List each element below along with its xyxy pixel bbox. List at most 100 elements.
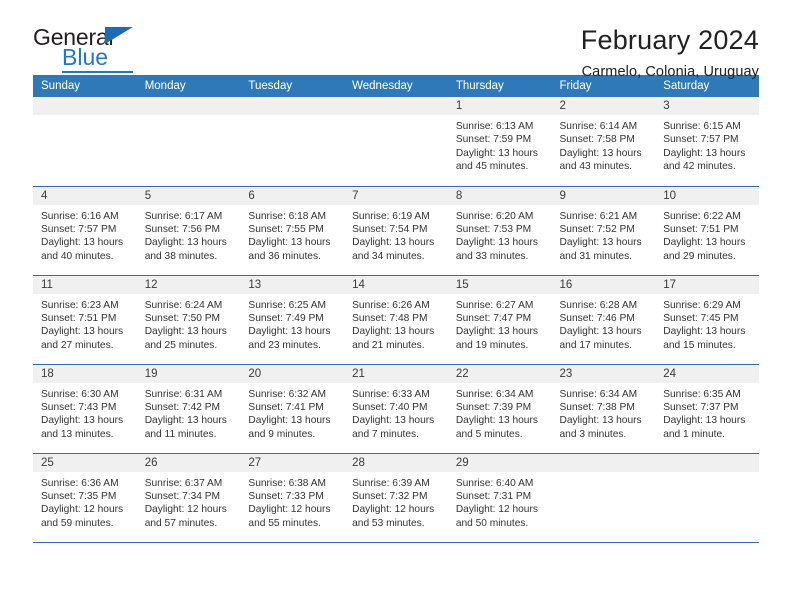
calendar-day-cell[interactable]: 2 Sunrise: 6:14 AM Sunset: 7:58 PM Daylight… [551, 97, 656, 187]
day-detail-line: Daylight: 13 hours [663, 415, 746, 427]
day-number: 4 [33, 186, 137, 205]
calendar-day-cell[interactable]: 23 Sunrise: 6:34 AM Sunset: 7:38 PM Dayligh… [551, 364, 656, 454]
day-number: 10 [655, 186, 759, 205]
day-sun-details: Sunrise: 6:20 AM Sunset: 7:53 PM Daylight:… [448, 205, 552, 264]
day-detail-line: and 15 minutes. [663, 339, 736, 351]
day-detail-line: Daylight: 12 hours [455, 504, 538, 516]
calendar-day-cell[interactable]: 4 Sunrise: 6:16 AM Sunset: 7:57 PM Daylight… [33, 186, 137, 276]
day-detail-line: and 29 minutes. [663, 250, 736, 262]
logo-underline [62, 71, 133, 73]
day-detail-line: Daylight: 13 hours [663, 147, 746, 159]
calendar-day-cell[interactable]: 3 Sunrise: 6:15 AM Sunset: 7:57 PM Daylight… [655, 97, 759, 187]
day-sun-details: Sunrise: 6:26 AM Sunset: 7:48 PM Daylight:… [344, 294, 448, 353]
calendar-day-cell[interactable]: 24 Sunrise: 6:35 AM Sunset: 7:37 PM Dayligh… [655, 364, 759, 454]
day-sun-details: Sunrise: 6:17 AM Sunset: 7:56 PM Daylight:… [137, 205, 241, 264]
day-detail-line: Sunset: 7:59 PM [455, 134, 532, 146]
day-number: 9 [551, 186, 656, 205]
day-number: 22 [447, 364, 552, 383]
weekday-header-sunday: Sunday [33, 75, 137, 97]
day-detail-line: Daylight: 12 hours [144, 504, 227, 516]
calendar-day-cell[interactable]: 29 Sunrise: 6:40 AM Sunset: 7:31 PM Dayligh… [447, 453, 552, 543]
calendar-day-cell[interactable]: 14 Sunrise: 6:26 AM Sunset: 7:48 PM Dayligh… [344, 275, 448, 365]
calendar-day-cell[interactable]: 6 Sunrise: 6:18 AM Sunset: 7:55 PM Daylight… [240, 186, 345, 276]
calendar-day-cell[interactable]: 16 Sunrise: 6:28 AM Sunset: 7:46 PM Dayligh… [551, 275, 656, 365]
calendar-day-cell[interactable]: 11 Sunrise: 6:23 AM Sunset: 7:51 PM Dayligh… [33, 275, 137, 365]
day-number: 15 [447, 275, 552, 294]
day-detail-line: Sunrise: 6:15 AM [663, 121, 741, 132]
day-detail-line: and 5 minutes. [455, 428, 523, 440]
calendar-day-cell-empty [136, 97, 241, 187]
day-detail-line: Sunrise: 6:17 AM [144, 210, 223, 222]
day-number: 23 [551, 364, 656, 383]
calendar-day-cell[interactable]: 9 Sunrise: 6:21 AM Sunset: 7:52 PM Daylight… [551, 186, 656, 276]
day-sun-details [33, 115, 137, 120]
day-detail-line: Sunrise: 6:29 AM [663, 299, 741, 311]
day-detail-line: and 19 minutes. [455, 339, 529, 351]
calendar-day-cell[interactable]: 5 Sunrise: 6:17 AM Sunset: 7:56 PM Daylight… [136, 186, 241, 276]
day-detail-line: Sunset: 7:58 PM [559, 134, 635, 146]
day-detail-line: Sunset: 7:35 PM [41, 490, 117, 502]
day-detail-line: Daylight: 13 hours [455, 326, 538, 338]
day-number: 8 [447, 186, 552, 205]
calendar-day-cell[interactable]: 8 Sunrise: 6:20 AM Sunset: 7:53 PM Daylight… [447, 186, 552, 276]
day-detail-line: and 43 minutes. [559, 161, 633, 173]
calendar-day-cell[interactable]: 18 Sunrise: 6:30 AM Sunset: 7:43 PM Dayligh… [33, 364, 137, 454]
calendar-day-cell[interactable]: 20 Sunrise: 6:32 AM Sunset: 7:41 PM Dayligh… [240, 364, 345, 454]
day-sun-details: Sunrise: 6:15 AM Sunset: 7:57 PM Daylight:… [655, 115, 759, 174]
day-number: 28 [344, 453, 448, 472]
day-detail-line: and 59 minutes. [41, 517, 114, 529]
calendar-day-cell[interactable]: 19 Sunrise: 6:31 AM Sunset: 7:42 PM Dayligh… [136, 364, 241, 454]
calendar-day-cell[interactable]: 17 Sunrise: 6:29 AM Sunset: 7:45 PM Dayligh… [655, 275, 759, 365]
calendar-day-cell[interactable]: 7 Sunrise: 6:19 AM Sunset: 7:54 PM Daylight… [344, 186, 448, 276]
calendar-day-cell[interactable]: 27 Sunrise: 6:38 AM Sunset: 7:33 PM Dayligh… [240, 453, 345, 543]
day-detail-line: and 9 minutes. [248, 428, 316, 440]
day-detail-line: Sunset: 7:53 PM [455, 223, 532, 235]
day-number: 27 [240, 453, 345, 472]
day-number: 29 [447, 453, 552, 472]
day-sun-details: Sunrise: 6:27 AM Sunset: 7:47 PM Daylight:… [448, 294, 552, 353]
day-detail-line: Daylight: 13 hours [352, 326, 435, 338]
day-detail-line: Daylight: 13 hours [41, 237, 124, 249]
day-detail-line: Sunrise: 6:28 AM [559, 299, 638, 311]
day-number [33, 97, 137, 115]
day-detail-line: Sunrise: 6:14 AM [559, 121, 638, 132]
day-sun-details: Sunrise: 6:13 AM Sunset: 7:59 PM Daylight:… [448, 115, 552, 174]
calendar-day-cell[interactable]: 28 Sunrise: 6:39 AM Sunset: 7:32 PM Dayligh… [344, 453, 448, 543]
day-detail-line: Sunset: 7:52 PM [559, 223, 635, 235]
day-detail-line: Sunset: 7:39 PM [455, 401, 532, 413]
day-detail-line: Sunset: 7:47 PM [455, 312, 532, 324]
day-detail-line: and 17 minutes. [559, 339, 633, 351]
calendar-week-row: 1 Sunrise: 6:13 AM Sunset: 7:59 PM Daylight… [33, 97, 759, 187]
day-detail-line: Sunset: 7:32 PM [352, 490, 428, 502]
day-sun-details: Sunrise: 6:22 AM Sunset: 7:51 PM Daylight:… [655, 205, 759, 264]
day-sun-details: Sunrise: 6:28 AM Sunset: 7:46 PM Daylight:… [552, 294, 656, 353]
day-number: 12 [136, 275, 241, 294]
day-detail-line: Daylight: 13 hours [455, 147, 538, 159]
calendar-week-row: 4 Sunrise: 6:16 AM Sunset: 7:57 PM Daylight… [33, 186, 759, 276]
day-detail-line: Daylight: 13 hours [352, 237, 435, 249]
calendar-day-cell[interactable]: 10 Sunrise: 6:22 AM Sunset: 7:51 PM Dayligh… [655, 186, 759, 276]
calendar-day-cell[interactable]: 15 Sunrise: 6:27 AM Sunset: 7:47 PM Dayligh… [447, 275, 552, 365]
calendar-day-cell[interactable]: 25 Sunrise: 6:36 AM Sunset: 7:35 PM Dayligh… [33, 453, 137, 543]
day-detail-line: Sunset: 7:43 PM [41, 401, 117, 413]
day-detail-line: Sunrise: 6:13 AM [455, 121, 534, 132]
day-detail-line: and 53 minutes. [352, 517, 425, 529]
day-detail-line: Daylight: 13 hours [559, 237, 642, 249]
day-number: 21 [344, 364, 448, 383]
day-detail-line: and 21 minutes. [352, 339, 425, 351]
day-detail-line: Sunset: 7:51 PM [663, 223, 739, 235]
calendar-day-cell[interactable]: 26 Sunrise: 6:37 AM Sunset: 7:34 PM Dayligh… [136, 453, 241, 543]
calendar-day-cell[interactable]: 21 Sunrise: 6:33 AM Sunset: 7:40 PM Dayligh… [344, 364, 448, 454]
day-sun-details: Sunrise: 6:25 AM Sunset: 7:49 PM Daylight:… [240, 294, 344, 353]
day-number [240, 97, 345, 115]
day-sun-details: Sunrise: 6:21 AM Sunset: 7:52 PM Daylight:… [552, 205, 656, 264]
calendar-grid: Sunday Monday Tuesday Wednesday Thursday Frid… [33, 75, 759, 543]
calendar-day-cell[interactable]: 13 Sunrise: 6:25 AM Sunset: 7:49 PM Dayligh… [240, 275, 345, 365]
calendar-day-cell[interactable]: 22 Sunrise: 6:34 AM Sunset: 7:39 PM Dayligh… [447, 364, 552, 454]
calendar-day-cell[interactable]: 12 Sunrise: 6:24 AM Sunset: 7:50 PM Dayligh… [136, 275, 241, 365]
day-detail-line: Sunset: 7:41 PM [248, 401, 324, 413]
day-number: 19 [136, 364, 241, 383]
day-detail-line: Sunset: 7:46 PM [559, 312, 635, 324]
calendar-day-cell[interactable]: 1 Sunrise: 6:13 AM Sunset: 7:59 PM Daylight… [447, 97, 552, 187]
day-detail-line: Sunrise: 6:37 AM [144, 477, 223, 489]
